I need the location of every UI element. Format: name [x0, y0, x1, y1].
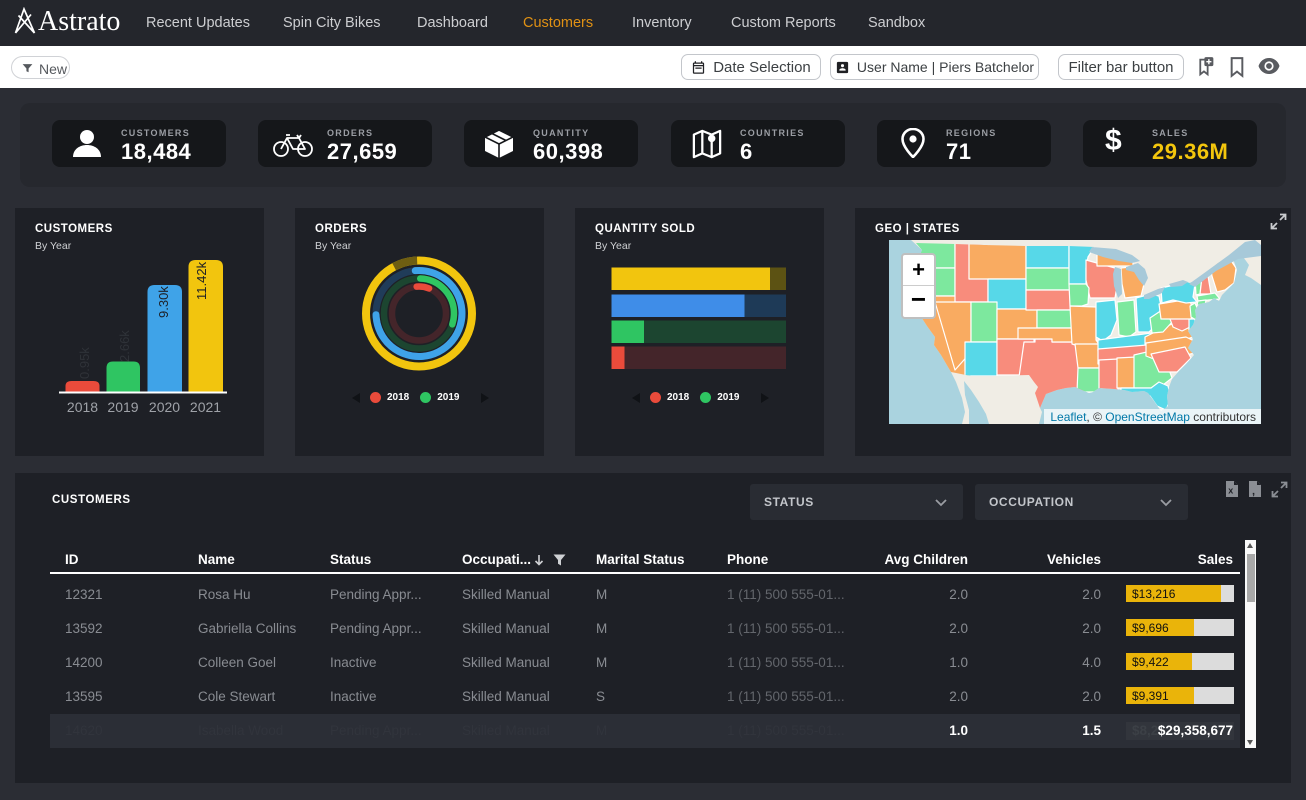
svg-text:,: ,	[1252, 486, 1255, 498]
svg-text:2018: 2018	[67, 399, 98, 415]
svg-text:11.42k: 11.42k	[194, 261, 209, 300]
svg-text:2020: 2020	[149, 399, 180, 415]
svg-text:x: x	[1228, 486, 1233, 496]
svg-text:2021: 2021	[190, 399, 221, 415]
svg-text:2019: 2019	[107, 399, 138, 415]
svg-text:9.30k: 9.30k	[156, 286, 171, 318]
svg-text:2.66k: 2.66k	[117, 330, 132, 362]
svg-text:0.95k: 0.95k	[77, 347, 92, 379]
